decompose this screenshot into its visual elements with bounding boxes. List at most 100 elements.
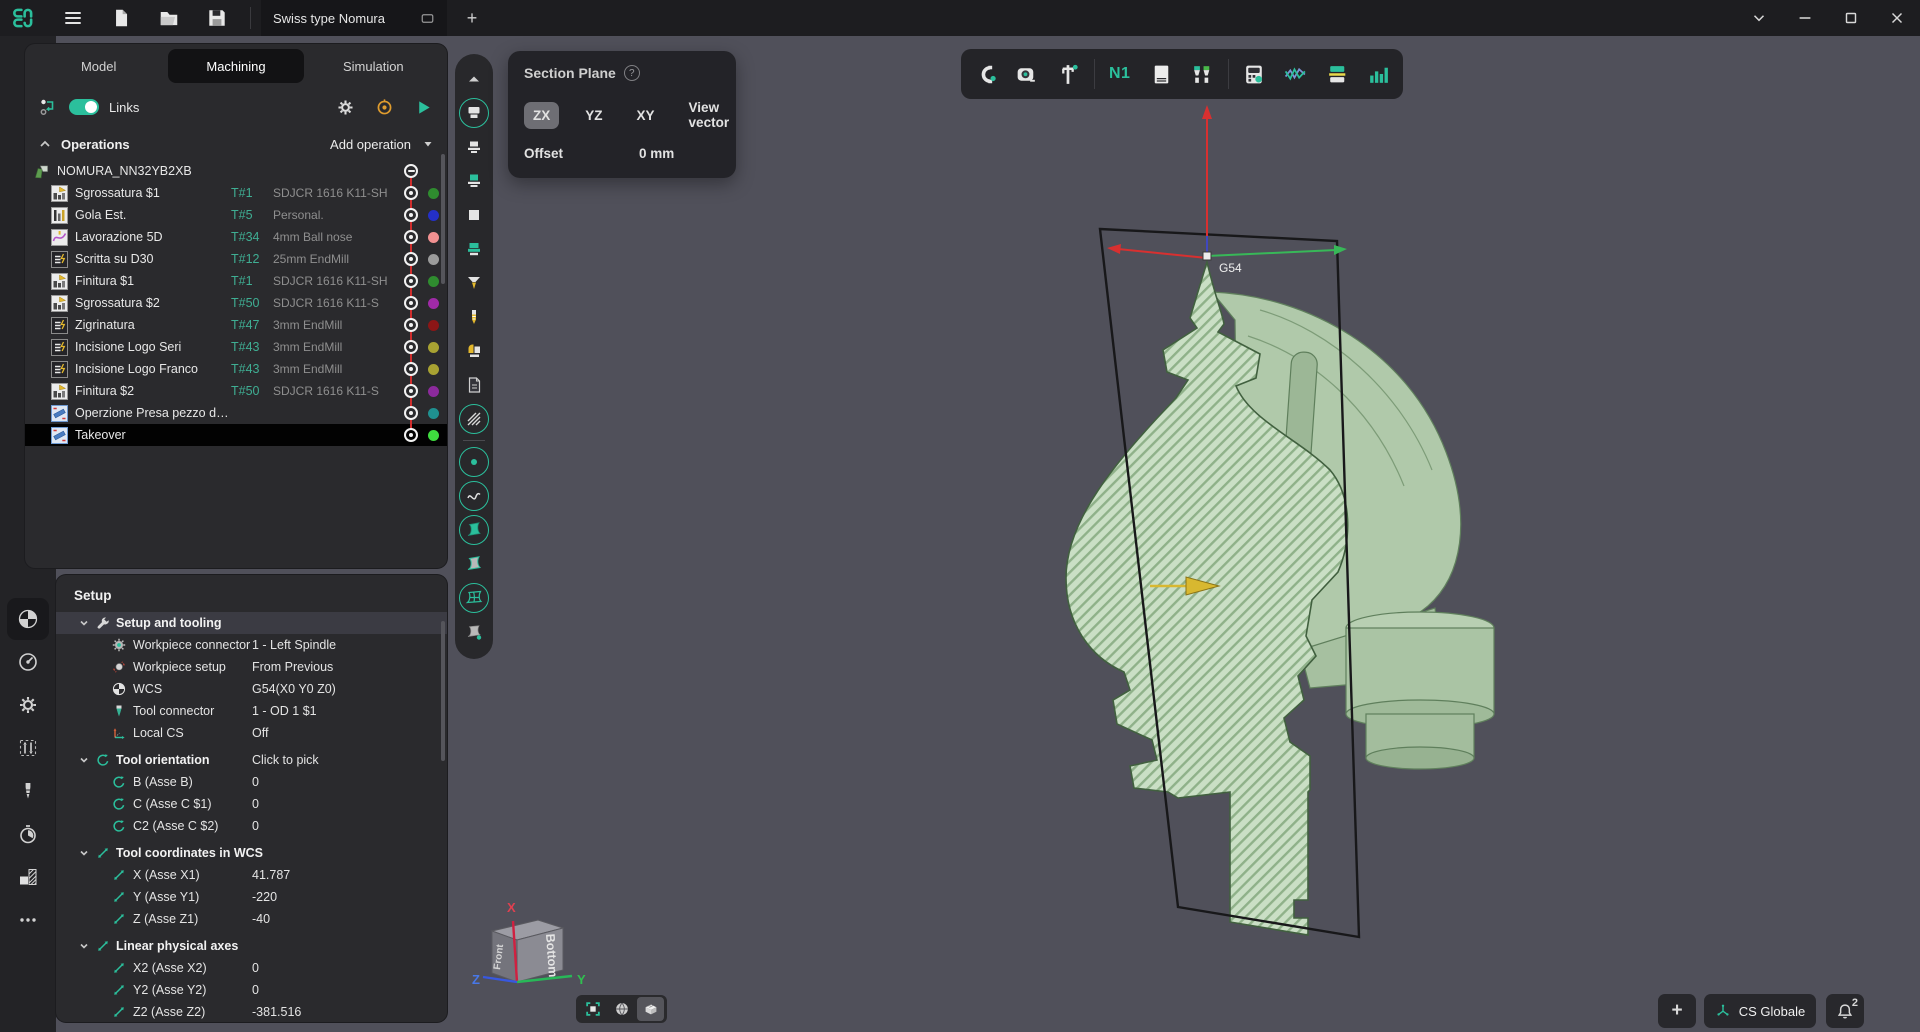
add-operation-caret-icon[interactable] [421,137,435,151]
plane-button-view-vector[interactable]: View vector [681,94,738,136]
operations-scrollbar[interactable] [441,154,445,284]
add-view-button[interactable]: + [1658,994,1696,1028]
close-icon[interactable] [1888,9,1906,27]
setup-item-row[interactable]: C (Asse C $1)0 [56,793,447,815]
target-toggle-icon[interactable] [404,230,418,244]
operation-row[interactable]: Sgrossatura $1T#1SDJCR 1616 K11-SH [25,182,447,204]
setup-item-row[interactable]: X2 (Asse X2)0 [56,957,447,979]
operation-root-row[interactable]: NOMURA_NN32YB2XB [25,160,447,182]
maximize-icon[interactable] [1842,9,1860,27]
side-surface-point-icon[interactable] [457,615,491,649]
chevron-down-icon[interactable] [78,940,90,952]
help-icon[interactable]: ? [624,65,640,81]
save-icon[interactable] [206,7,228,29]
setup-item-row[interactable]: Tool connector1 - OD 1 $1 [56,700,447,722]
chevron-down-icon[interactable] [78,617,90,629]
side-mesh-surface-icon[interactable] [457,581,491,615]
rail-gauge-icon[interactable] [7,641,49,683]
setup-item-row[interactable]: Y2 (Asse Y2)0 [56,979,447,1001]
setup-item-row[interactable]: Workpiece setupFrom Previous [56,656,447,678]
operation-row[interactable]: Takeover [25,424,447,446]
operation-row[interactable]: Operzione Presa pezzo da ... [25,402,447,424]
menu-icon[interactable] [62,7,84,29]
tool-signals-icon[interactable] [1279,57,1312,91]
target-toggle-icon[interactable] [404,252,418,266]
setup-item-row[interactable]: X (Asse X1)41.787 [56,864,447,886]
operation-row[interactable]: Gola Est.T#5Personal. [25,204,447,226]
settings-gear-icon[interactable] [336,98,355,117]
setup-value[interactable]: 0 [252,961,259,975]
tool-calculator-icon[interactable] [1238,57,1271,91]
setup-item-row[interactable]: Workpiece connector1 - Left Spindle [56,634,447,656]
setup-item-row[interactable]: Z (Asse Z1)-40 [56,908,447,930]
setup-value[interactable]: G54(X0 Y0 Z0) [252,682,336,696]
target-toggle-icon[interactable] [404,318,418,332]
add-operation-button[interactable]: Add operation [330,137,411,152]
setup-value[interactable]: 0 [252,983,259,997]
tool-snap-magnet-icon[interactable] [969,57,1002,91]
setup-value[interactable]: 41.787 [252,868,290,882]
setup-section-row[interactable]: Tool orientationClick to pick [56,749,447,771]
cs-globale-button[interactable]: CS Globale [1704,994,1816,1028]
run-play-icon[interactable] [414,98,433,117]
setup-scrollbar[interactable] [441,621,445,761]
operation-row[interactable]: Finitura $2T#50SDJCR 1616 K11-S [25,380,447,402]
side-square-stock-icon[interactable] [457,198,491,232]
view-shaded-view-icon[interactable] [608,997,635,1021]
tab-machining[interactable]: Machining [168,49,303,83]
rail-material-icon[interactable] [7,856,49,898]
rail-travel-limits-icon[interactable] [7,727,49,769]
setup-value[interactable]: 0 [252,819,259,833]
setup-value[interactable]: -381.516 [252,1005,301,1019]
probe-record-icon[interactable] [375,98,394,117]
target-toggle-icon[interactable] [404,274,418,288]
minimize-icon[interactable] [1796,9,1814,27]
target-toggle-icon[interactable] [404,384,418,398]
side-stock-front-icon[interactable] [457,96,491,130]
side-section-hatch-icon[interactable] [457,402,491,436]
tool-measure-tape-icon[interactable] [1010,57,1043,91]
side-countersink-tool-icon[interactable] [457,266,491,300]
new-file-icon[interactable] [110,7,132,29]
target-disabled-icon[interactable] [404,164,418,178]
tool-nc-block-icon[interactable]: N1 [1103,57,1136,91]
target-toggle-icon[interactable] [404,428,418,442]
setup-value[interactable]: -220 [252,890,277,904]
setup-item-row[interactable]: Y (Asse Y1)-220 [56,886,447,908]
tool-turret-icon[interactable] [1321,57,1354,91]
setup-value[interactable]: 0 [252,797,259,811]
plane-button-xy[interactable]: XY [629,102,663,129]
target-toggle-icon[interactable] [404,296,418,310]
chevron-down-icon[interactable] [78,754,90,766]
side-patch-icon[interactable] [457,547,491,581]
setup-item-row[interactable]: B (Asse B)0 [56,771,447,793]
target-toggle-icon[interactable] [404,186,418,200]
setup-value[interactable]: 1 - Left Spindle [252,638,336,652]
side-curve-icon[interactable] [457,479,491,513]
tool-tool-pair-icon[interactable] [1187,57,1220,91]
operation-row[interactable]: Incisione Logo FrancoT#433mm EndMill [25,358,447,380]
setup-item-row[interactable]: Local CSOff [56,722,447,744]
operation-row[interactable]: Finitura $1T#1SDJCR 1616 K11-SH [25,270,447,292]
offset-value[interactable]: 0 mm [639,146,674,161]
operation-row[interactable]: Incisione Logo SeriT#433mm EndMill [25,336,447,358]
notifications-button[interactable]: 2 [1826,994,1864,1028]
setup-value[interactable]: -40 [252,912,270,926]
chevron-down-icon[interactable] [1750,9,1768,27]
setup-value[interactable]: From Previous [252,660,333,674]
side-point-icon[interactable] [457,445,491,479]
rail-gear-icon[interactable] [7,684,49,726]
setup-item-row[interactable]: WCSG54(X0 Y0 Z0) [56,678,447,700]
target-toggle-icon[interactable] [404,406,418,420]
side-clamp-icon[interactable] [457,334,491,368]
plane-button-yz[interactable]: YZ [577,102,610,129]
setup-section-row[interactable]: Linear physical axes [56,935,447,957]
setup-value[interactable]: 0 [252,775,259,789]
tool-stats-icon[interactable] [1363,57,1396,91]
target-toggle-icon[interactable] [404,340,418,354]
target-toggle-icon[interactable] [404,208,418,222]
view-section-view-icon[interactable] [637,997,664,1021]
tool-gcode-page-icon[interactable] [1145,57,1178,91]
operation-row[interactable]: ZigrinaturaT#473mm EndMill [25,314,447,336]
side-stock-small-icon[interactable] [457,130,491,164]
